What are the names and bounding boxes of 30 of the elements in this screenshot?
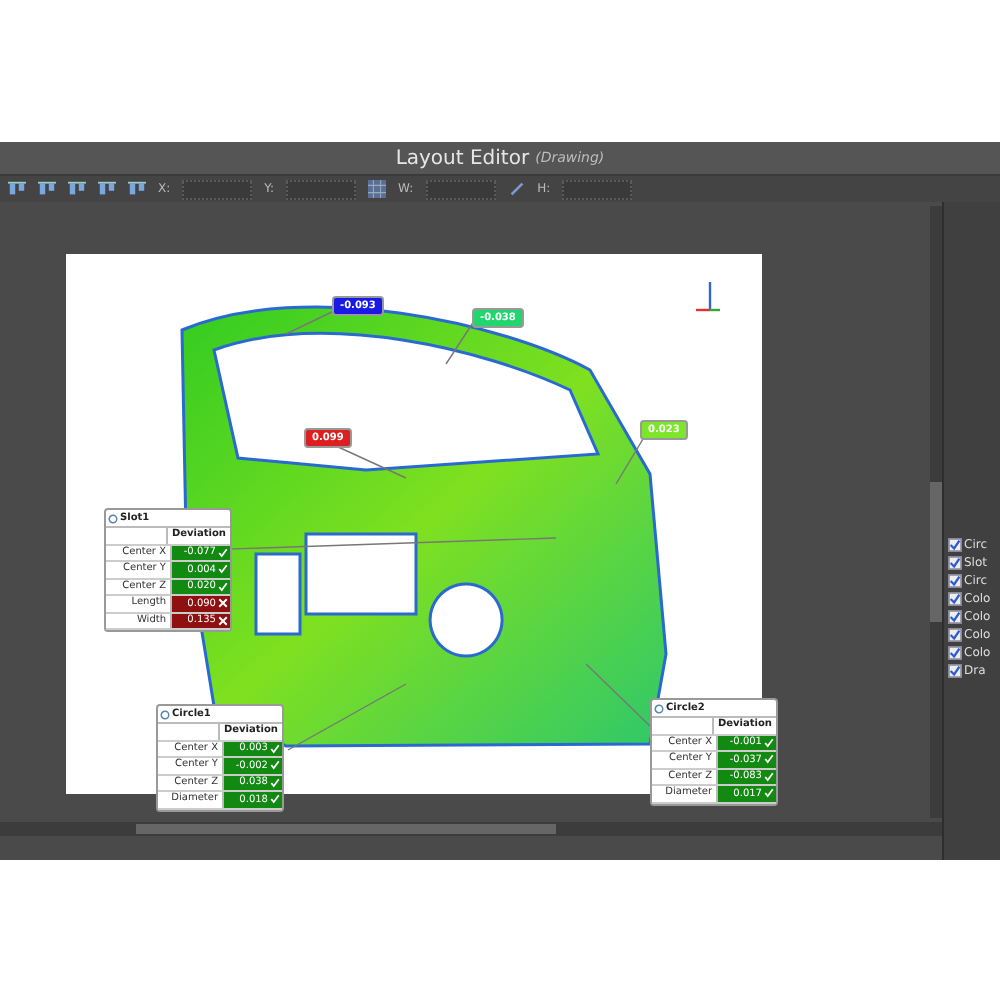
feature-icon — [160, 709, 170, 719]
checkbox[interactable] — [948, 592, 962, 606]
align-icon[interactable] — [8, 180, 26, 198]
window-title: Layout Editor — [395, 147, 530, 169]
align-icon[interactable] — [128, 180, 146, 198]
input-field[interactable] — [286, 179, 357, 199]
align-icon[interactable] — [68, 180, 86, 198]
vertical-scrollbar[interactable] — [930, 206, 942, 818]
checkbox[interactable] — [948, 664, 962, 678]
leader-line — [285, 309, 337, 335]
input-field[interactable] — [182, 179, 253, 199]
leader-line — [585, 663, 651, 727]
checkbox[interactable] — [948, 556, 962, 570]
checkbox[interactable] — [948, 628, 962, 642]
checkbox[interactable] — [948, 538, 962, 552]
checkbox[interactable] — [948, 574, 962, 588]
input-field[interactable] — [425, 179, 496, 199]
checkbox[interactable] — [948, 610, 962, 624]
horizontal-scrollbar[interactable] — [0, 822, 942, 836]
feature-icon — [108, 513, 118, 523]
checkbox[interactable] — [948, 646, 962, 660]
feature-icon — [654, 703, 664, 713]
leader-line — [287, 683, 407, 751]
link-icon[interactable] — [507, 180, 526, 198]
axis-triad-icon — [696, 282, 720, 312]
grid-icon[interactable] — [368, 180, 387, 198]
align-icon[interactable] — [38, 180, 56, 198]
align-icon[interactable] — [98, 180, 116, 198]
leader-line — [335, 445, 407, 479]
input-field[interactable] — [562, 179, 633, 199]
